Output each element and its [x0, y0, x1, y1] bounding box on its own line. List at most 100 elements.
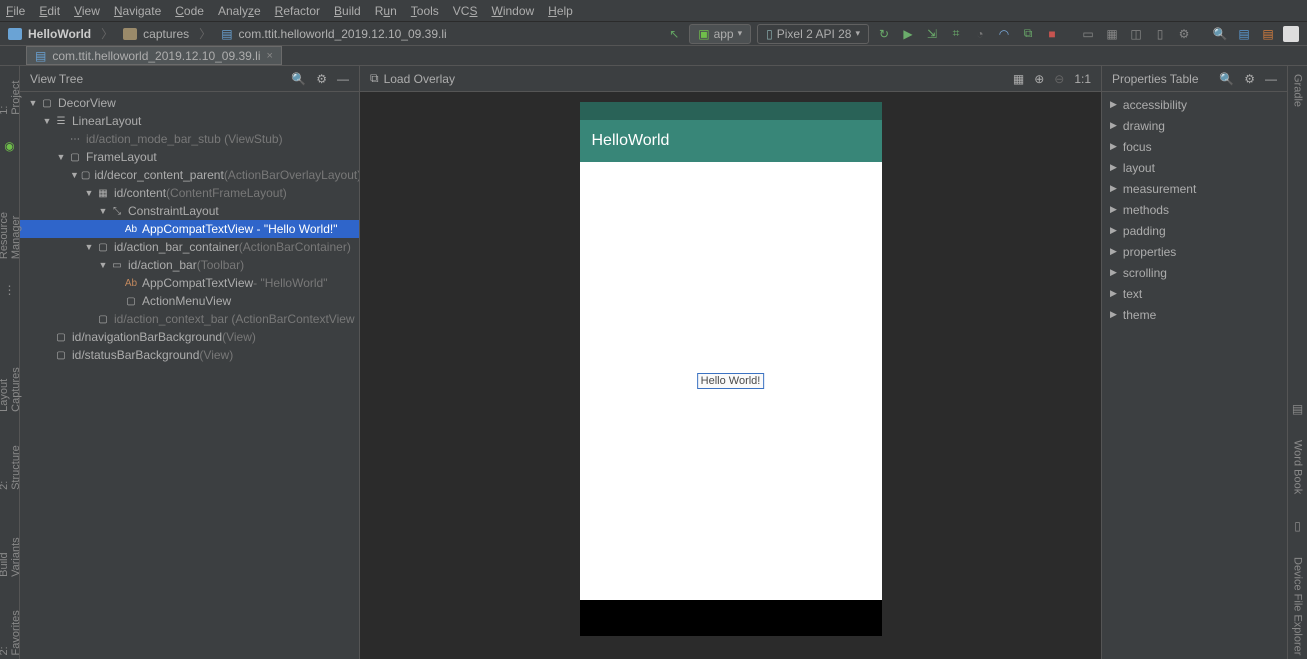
- expand-icon[interactable]: ▶: [1110, 141, 1117, 152]
- crumb-file[interactable]: com.ttit.helloworld_2019.12.10_09.39.li: [239, 27, 447, 41]
- property-group[interactable]: ▶layout: [1102, 157, 1287, 178]
- settings-icon[interactable]: ⚙: [1175, 25, 1193, 43]
- tree-row[interactable]: ▢id/statusBarBackground (View): [20, 346, 359, 364]
- property-group[interactable]: ▶padding: [1102, 220, 1287, 241]
- menu-tools[interactable]: Tools: [411, 4, 439, 18]
- gutter-favorites[interactable]: 2: Favorites: [0, 601, 22, 659]
- close-icon[interactable]: ×: [266, 50, 272, 62]
- expand-icon[interactable]: ▶: [1110, 267, 1117, 278]
- avd-icon[interactable]: ▭: [1079, 25, 1097, 43]
- gutter-gradle[interactable]: Gradle: [1292, 70, 1304, 111]
- android-icon[interactable]: ◉: [3, 139, 17, 153]
- editor-tab[interactable]: ▤ com.ttit.helloworld_2019.12.10_09.39.l…: [26, 46, 282, 65]
- load-overlay-button[interactable]: ⧉ Load Overlay: [370, 71, 455, 86]
- property-group[interactable]: ▶measurement: [1102, 178, 1287, 199]
- tree-twisty-icon[interactable]: ▼: [42, 116, 52, 126]
- coverage-icon[interactable]: ◔: [971, 25, 989, 43]
- menu-file[interactable]: File: [6, 4, 25, 18]
- tree-row[interactable]: AbAppCompatTextView - "HelloWorld": [20, 274, 359, 292]
- gutter-variants[interactable]: Build Variants: [0, 514, 22, 581]
- run-icon[interactable]: ▶: [899, 25, 917, 43]
- grid-icon[interactable]: ▦: [1013, 72, 1024, 86]
- expand-icon[interactable]: ▶: [1110, 225, 1117, 236]
- tree-row[interactable]: ▼▢id/decor_content_parent (ActionBarOver…: [20, 166, 359, 184]
- tree-twisty-icon[interactable]: ▼: [84, 242, 94, 252]
- expand-icon[interactable]: ▶: [1110, 288, 1117, 299]
- search-icon[interactable]: 🔍: [1219, 72, 1234, 86]
- gutter-captures[interactable]: Layout Captures: [0, 337, 22, 416]
- zoom-out-icon[interactable]: ⊖: [1054, 72, 1064, 86]
- gutter-project[interactable]: 1: Project: [0, 70, 22, 119]
- crumb-folder[interactable]: captures: [143, 27, 189, 41]
- menu-refactor[interactable]: Refactor: [275, 4, 320, 18]
- property-group[interactable]: ▶theme: [1102, 304, 1287, 325]
- apply-icon[interactable]: ⇲: [923, 25, 941, 43]
- property-group[interactable]: ▶drawing: [1102, 115, 1287, 136]
- view-tree[interactable]: ▼▢DecorView▼☰LinearLayout⋯id/action_mode…: [20, 92, 359, 659]
- device-monitor-icon[interactable]: ▯: [1151, 25, 1169, 43]
- device-select[interactable]: ▯ Pixel 2 API 28 ▾: [757, 24, 869, 44]
- tree-row[interactable]: AbAppCompatTextView - "Hello World!": [20, 220, 359, 238]
- menu-analyze[interactable]: Analyze: [218, 4, 261, 18]
- property-group[interactable]: ▶methods: [1102, 199, 1287, 220]
- translate-icon[interactable]: ▤: [1235, 25, 1253, 43]
- back-icon[interactable]: ↖: [665, 25, 683, 43]
- gutter-resources[interactable]: Resource Manager: [0, 173, 22, 263]
- tree-row[interactable]: ▼▭id/action_bar (Toolbar): [20, 256, 359, 274]
- search-icon[interactable]: 🔍: [291, 72, 306, 86]
- gear-icon[interactable]: ⚙: [316, 72, 327, 86]
- tree-row[interactable]: ▢ActionMenuView: [20, 292, 359, 310]
- tree-twisty-icon[interactable]: ▼: [70, 170, 79, 180]
- menu-navigate[interactable]: Navigate: [114, 4, 161, 18]
- menu-code[interactable]: Code: [175, 4, 204, 18]
- gutter-wordbook[interactable]: Word Book: [1292, 436, 1304, 498]
- misc-icon[interactable]: ▤: [1259, 25, 1277, 43]
- menu-view[interactable]: View: [74, 4, 100, 18]
- debug-icon[interactable]: ⌗: [947, 25, 965, 43]
- more-icon[interactable]: ⋮: [3, 283, 17, 297]
- tree-twisty-icon[interactable]: ▼: [98, 206, 108, 216]
- minimize-icon[interactable]: —: [1265, 72, 1277, 86]
- menu-run[interactable]: Run: [375, 4, 397, 18]
- crumb-project[interactable]: HelloWorld: [28, 27, 91, 41]
- expand-icon[interactable]: ▶: [1110, 162, 1117, 173]
- menu-help[interactable]: Help: [548, 4, 573, 18]
- run-config-select[interactable]: ▣ app ▾: [689, 24, 751, 44]
- avatar-icon[interactable]: [1283, 26, 1299, 42]
- menu-build[interactable]: Build: [334, 4, 361, 18]
- menu-vcs[interactable]: VCS: [453, 4, 478, 18]
- zoom-in-icon[interactable]: ⊕: [1034, 72, 1044, 86]
- menu-window[interactable]: Window: [491, 4, 534, 18]
- sync-icon[interactable]: ↻: [875, 25, 893, 43]
- tree-row[interactable]: ▼▢FrameLayout: [20, 148, 359, 166]
- tree-row[interactable]: ▼⤡ConstraintLayout: [20, 202, 359, 220]
- expand-icon[interactable]: ▶: [1110, 99, 1117, 110]
- preview-canvas[interactable]: HelloWorld Hello World!: [360, 92, 1101, 659]
- tree-twisty-icon[interactable]: ▼: [28, 98, 38, 108]
- expand-icon[interactable]: ▶: [1110, 246, 1117, 257]
- minimize-icon[interactable]: —: [337, 72, 349, 86]
- tree-row[interactable]: ▢id/navigationBarBackground (View): [20, 328, 359, 346]
- selected-textview[interactable]: Hello World!: [697, 373, 765, 389]
- attach-icon[interactable]: ⧉: [1019, 25, 1037, 43]
- gear-icon[interactable]: ⚙: [1244, 72, 1255, 86]
- expand-icon[interactable]: ▶: [1110, 204, 1117, 215]
- tree-row[interactable]: ▼▦id/content (ContentFrameLayout): [20, 184, 359, 202]
- sdk-icon[interactable]: ▦: [1103, 25, 1121, 43]
- property-group[interactable]: ▶scrolling: [1102, 262, 1287, 283]
- gutter-structure[interactable]: 2: Structure: [0, 436, 22, 494]
- gutter-device-file[interactable]: Device File Explorer: [1292, 553, 1304, 659]
- tree-row[interactable]: ⋯id/action_mode_bar_stub (ViewStub): [20, 130, 359, 148]
- property-group[interactable]: ▶focus: [1102, 136, 1287, 157]
- tree-row[interactable]: ▼▢id/action_bar_container (ActionBarCont…: [20, 238, 359, 256]
- zoom-reset[interactable]: 1:1: [1074, 72, 1091, 86]
- tree-twisty-icon[interactable]: ▼: [98, 260, 108, 270]
- tree-row[interactable]: ▼☰LinearLayout: [20, 112, 359, 130]
- tree-twisty-icon[interactable]: ▼: [84, 188, 94, 198]
- property-group[interactable]: ▶text: [1102, 283, 1287, 304]
- search-icon[interactable]: 🔍: [1211, 25, 1229, 43]
- layout-inspector-icon[interactable]: ◫: [1127, 25, 1145, 43]
- profile-icon[interactable]: ◠: [995, 25, 1013, 43]
- stop-icon[interactable]: ■: [1043, 25, 1061, 43]
- property-group[interactable]: ▶accessibility: [1102, 94, 1287, 115]
